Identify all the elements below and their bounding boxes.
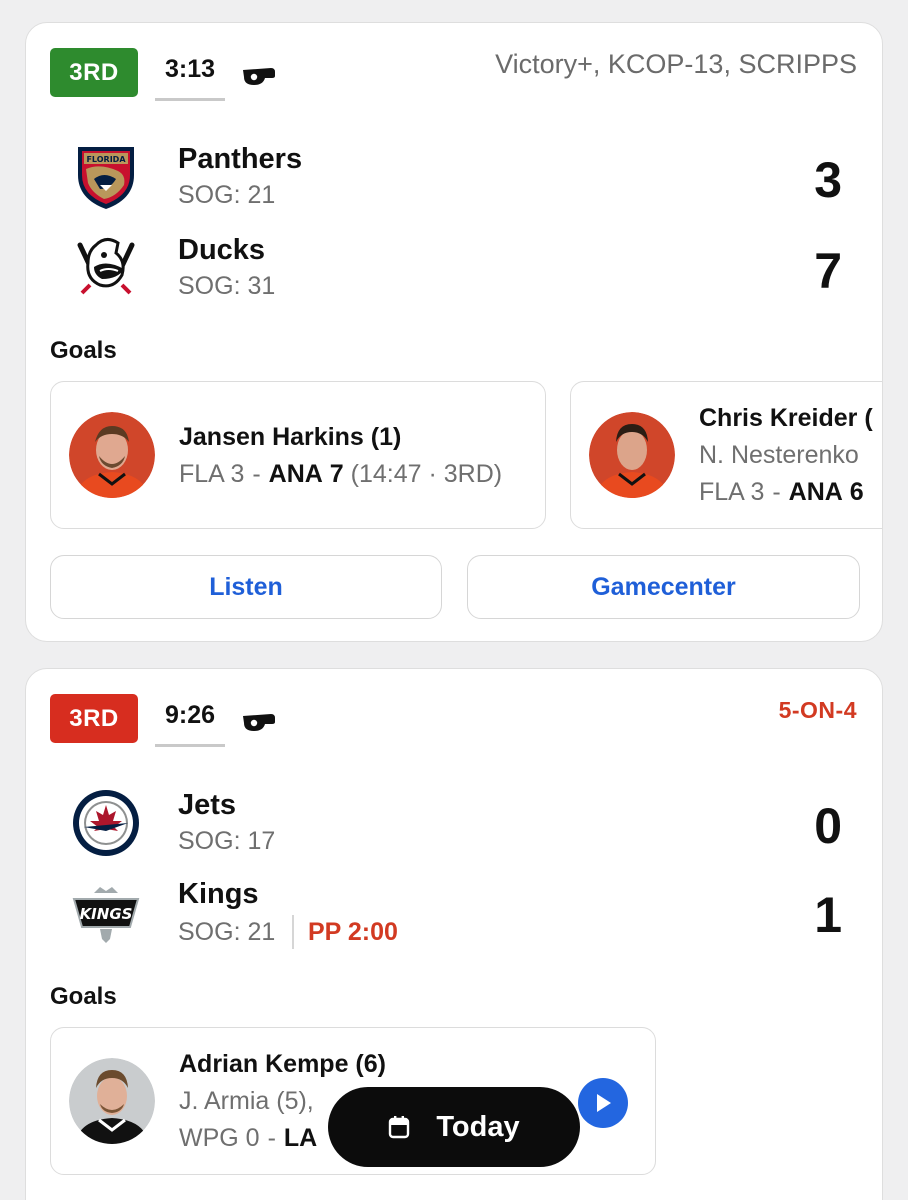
- away-abbr: WPG: [179, 1124, 239, 1152]
- goals-heading: Goals: [50, 337, 117, 364]
- score-dash: -: [772, 478, 781, 506]
- play-highlight-button[interactable]: [578, 1078, 628, 1128]
- period-badge: 3RD: [50, 48, 138, 97]
- broadcast-info: Victory+, KCOP-13, SCRIPPS: [495, 49, 857, 79]
- goal-score-line: WPG 0- LA: [179, 1124, 317, 1153]
- sog-kings: SOG: 21: [178, 918, 276, 946]
- goals-heading: Goals: [50, 983, 117, 1010]
- away-score: 3: [750, 478, 765, 506]
- goal-assists: J. Armia (5),: [179, 1087, 314, 1115]
- goal-scorer[interactable]: Jansen Harkins (1): [179, 423, 401, 452]
- player-avatar: [69, 1058, 155, 1144]
- team-name-jets[interactable]: Jets: [178, 789, 236, 822]
- goal-score-line: FLA 3- ANA 6: [699, 478, 864, 507]
- power-play-indicator: PP 2:00: [292, 915, 398, 949]
- team-name-ducks[interactable]: Ducks: [178, 234, 265, 267]
- listen-button[interactable]: Listen: [50, 555, 442, 619]
- score-dash: -: [252, 460, 261, 488]
- calendar-icon: [389, 1116, 410, 1139]
- jets-logo: [73, 790, 139, 856]
- today-label: Today: [436, 1110, 520, 1143]
- goal-scorer[interactable]: Chris Kreider (: [699, 404, 873, 433]
- game-clock: 9:26: [155, 701, 225, 747]
- goal-assists: N. Nesterenko: [699, 441, 859, 469]
- away-abbr: FLA: [179, 460, 224, 488]
- panthers-logo: FLORIDA: [78, 147, 134, 209]
- sog-panthers: SOG: 21: [178, 181, 276, 209]
- panthers-logo-text: FLORIDA: [86, 155, 126, 164]
- whistle-icon: [243, 714, 275, 731]
- home-score: 7: [329, 460, 344, 488]
- sog-ducks: SOG: 31: [178, 272, 276, 300]
- game-card-fla-ana[interactable]: 3RD 3:13 Victory+, KCOP-13, SCRIPPS FLOR…: [25, 22, 883, 642]
- ducks-logo: [77, 238, 135, 295]
- home-abbr: ANA: [788, 478, 843, 506]
- today-button[interactable]: Today: [328, 1087, 580, 1167]
- home-abbr: LA: [283, 1124, 318, 1152]
- whistle-icon: [243, 68, 275, 85]
- score-jets: 0: [814, 798, 842, 854]
- game-clock: 3:13: [155, 55, 225, 101]
- away-score: 0: [245, 1124, 260, 1152]
- sog-jets: SOG: 17: [178, 827, 276, 855]
- player-avatar: [69, 412, 155, 498]
- away-abbr: FLA: [699, 478, 744, 506]
- kings-logo: KINGS: [72, 887, 140, 943]
- kings-logo-text: KINGS: [80, 905, 133, 923]
- score-kings: 1: [814, 887, 842, 943]
- goal-card[interactable]: Chris Kreider ( N. Nesterenko FLA 3- ANA …: [570, 381, 882, 529]
- score-panthers: 3: [814, 152, 842, 208]
- home-abbr: ANA: [268, 460, 323, 488]
- goal-time: (14:47 · 3RD): [350, 460, 503, 488]
- team-name-panthers[interactable]: Panthers: [178, 143, 302, 176]
- score-dash: -: [267, 1124, 276, 1152]
- home-score: 6: [849, 478, 864, 506]
- team-name-kings[interactable]: Kings: [178, 878, 259, 911]
- away-score: 3: [230, 460, 245, 488]
- situation-badge: 5-ON-4: [778, 697, 857, 723]
- play-icon: [597, 1094, 611, 1112]
- goal-card[interactable]: Jansen Harkins (1) FLA 3- ANA 7 (14:47 · …: [50, 381, 546, 529]
- period-badge: 3RD: [50, 694, 138, 743]
- goal-scorer[interactable]: Adrian Kempe (6): [179, 1050, 386, 1079]
- gamecenter-button[interactable]: Gamecenter: [467, 555, 860, 619]
- score-ducks: 7: [814, 243, 842, 299]
- player-avatar: [589, 412, 675, 498]
- goal-score-line: FLA 3- ANA 7 (14:47 · 3RD): [179, 460, 502, 489]
